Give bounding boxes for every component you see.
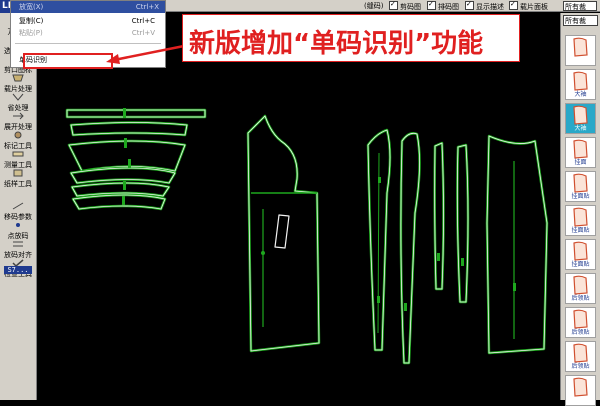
piece-thumbnail[interactable]: 大袖 [565, 103, 596, 134]
checkbox-icon [389, 0, 398, 10]
piece-filter-select[interactable]: 所有裁 [563, 15, 598, 26]
checkbox-icon [465, 0, 474, 10]
piece-thumbnail[interactable]: 后领贴 [565, 307, 596, 338]
piece-process-icon [1, 73, 35, 85]
annotation-arrow-icon [106, 44, 185, 64]
check-grading-view[interactable]: 排码图 [427, 0, 459, 11]
piece-shape-icon [573, 37, 588, 57]
piece-thumbnail[interactable]: 挂面贴 [565, 205, 596, 236]
drawing-canvas[interactable] [37, 13, 560, 400]
piece-thumbnail[interactable]: 后领贴 [565, 341, 596, 372]
piece-thumbnail[interactable]: 后领贴 [565, 273, 596, 304]
pattern-tool-icon [1, 168, 35, 180]
feature-annotation: 新版增加“单码识别”功能 [182, 14, 520, 62]
collar-piece-2[interactable] [69, 166, 177, 185]
piece-thumbnail[interactable]: 大袖 [565, 69, 596, 100]
check-piece-panel[interactable]: 载片面板 [509, 0, 548, 11]
piece-thumbnail[interactable]: 挂面贴 [565, 239, 596, 270]
piece-label: 挂面贴 [571, 193, 590, 200]
piece-list-panel: 所有裁 大袖 大袖 挂面 挂面贴 挂面贴 挂面贴 后领贴 后领贴 后领贴 [560, 13, 600, 406]
point-grading-icon [1, 220, 35, 232]
side-piece-2[interactable] [399, 132, 421, 365]
piece-thumbnail[interactable] [565, 375, 596, 406]
annotation-text: 新版增加“单码识别”功能 [189, 29, 484, 59]
side-piece-1[interactable] [366, 128, 392, 352]
piece-label: 挂面 [574, 159, 587, 166]
checkbox-icon [427, 0, 436, 10]
front-body-piece[interactable] [246, 114, 321, 353]
piece-label: 后领贴 [571, 295, 590, 302]
check-seam[interactable]: (缝码) [364, 1, 383, 11]
piece-label: 挂面贴 [571, 261, 590, 268]
check-notch-view[interactable]: 剪码图 [389, 0, 421, 11]
back-body-piece[interactable] [485, 134, 549, 355]
facing-piece-2[interactable] [456, 143, 470, 304]
dart-icon [1, 92, 35, 104]
size-select[interactable]: 所有裁 [563, 1, 597, 11]
pattern-canvas-svg [65, 108, 549, 365]
piece-thumbnail[interactable] [565, 35, 596, 66]
piece-thumbnail[interactable]: 挂面 [565, 137, 596, 168]
tool-counter: S7... [4, 266, 32, 274]
mark-tool-icon [1, 130, 35, 142]
piece-thumbnail[interactable]: 挂面贴 [565, 171, 596, 202]
checkbox-icon [509, 0, 518, 10]
piece-label: 挂面贴 [571, 227, 590, 234]
grading-param-icon [1, 201, 35, 213]
check-show-desc[interactable]: 显示描述 [465, 0, 504, 11]
tool-label: 纸样工具 [4, 180, 32, 188]
piece-label: 后领贴 [571, 363, 590, 370]
piece-shape-icon [573, 377, 588, 397]
piece-label: 大袖 [574, 91, 587, 98]
strip-piece-1[interactable] [65, 108, 207, 119]
spread-icon [1, 111, 35, 123]
cad-app-window: (缝码) 剪码图 排码图 显示描述 载片面板 所有裁 LIKE 万能笔选择工具剪… [0, 0, 600, 406]
menu-item-copy[interactable]: 复制(C) Ctrl+C [19, 15, 161, 27]
menu-item-cut[interactable]: 放宽(X) Ctrl+X [11, 1, 165, 13]
measure-tool-icon [1, 149, 35, 161]
piece-label: 大袖 [574, 125, 587, 132]
grading-align-icon [1, 239, 35, 251]
facing-piece-1[interactable] [433, 141, 445, 291]
collar-piece-4[interactable] [71, 193, 167, 211]
piece-label: 后领贴 [571, 329, 590, 336]
tool-pattern-tool[interactable]: 纸样工具 [1, 168, 35, 190]
strip-piece-2[interactable] [69, 121, 189, 137]
